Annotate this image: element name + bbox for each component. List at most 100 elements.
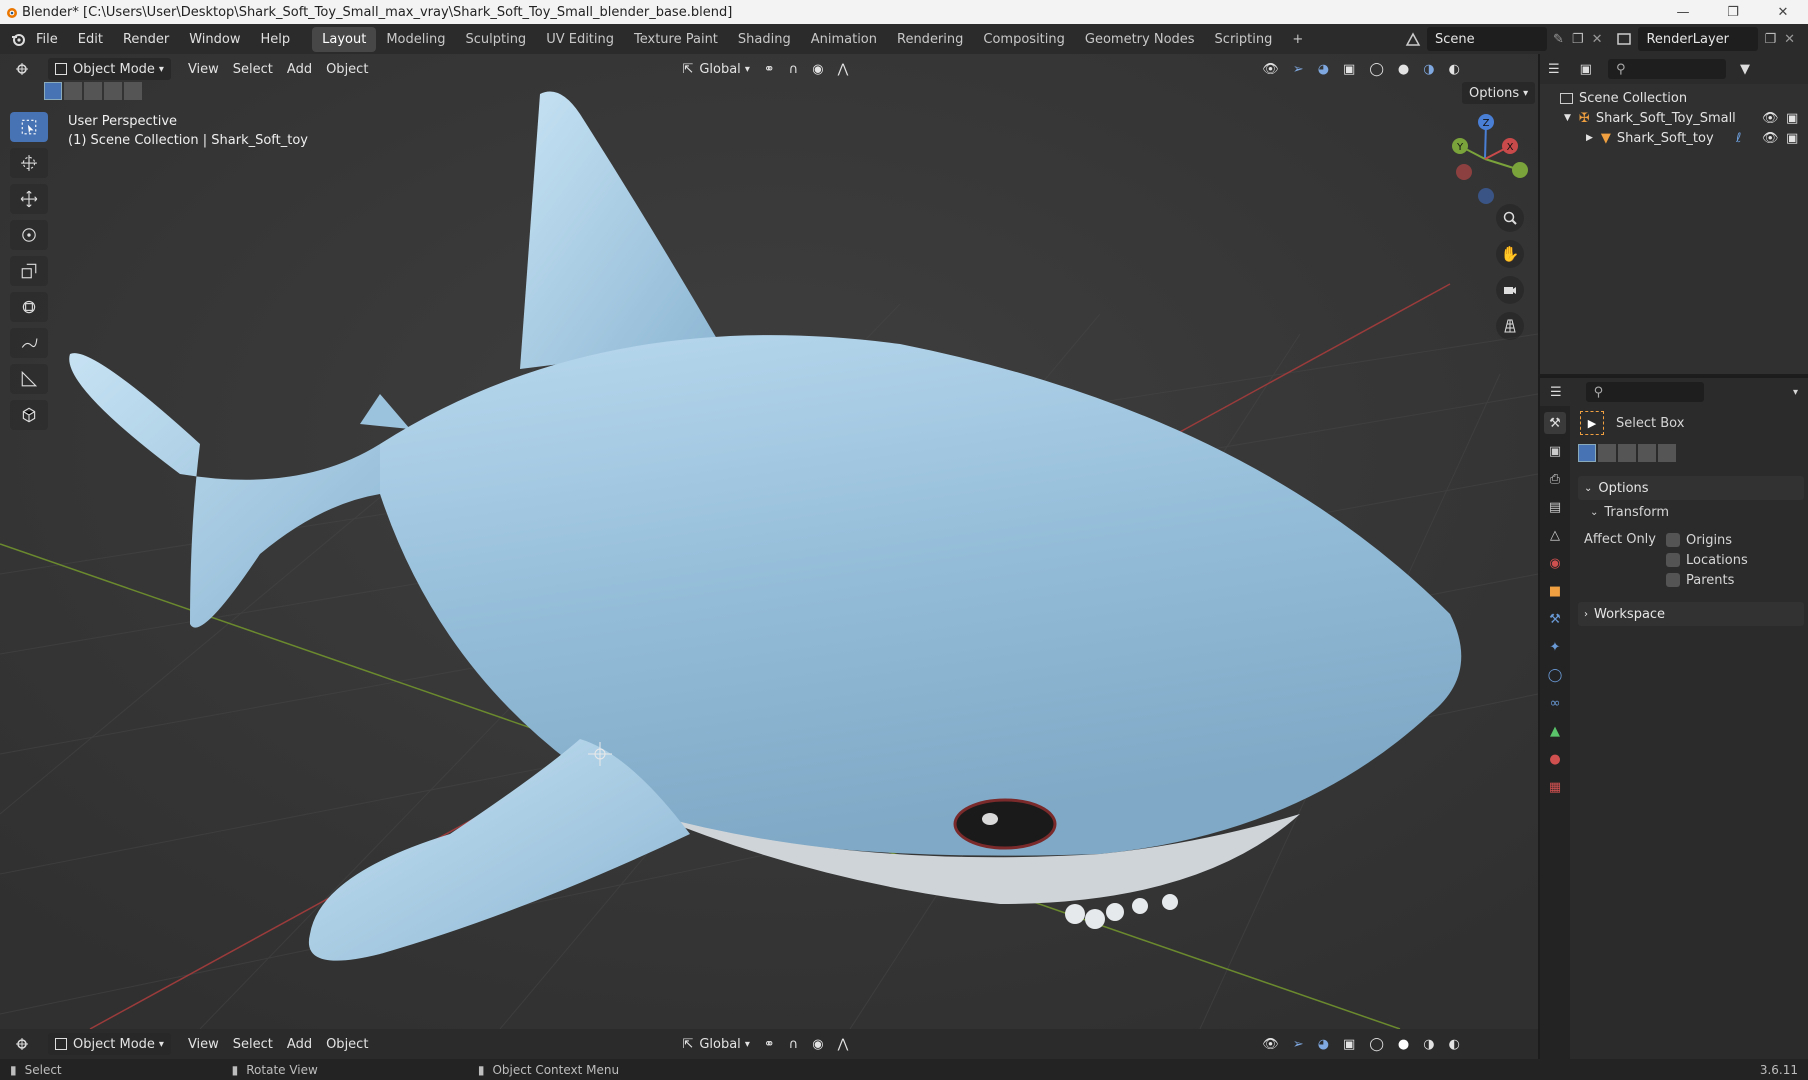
tab-layout[interactable]: Layout — [312, 26, 377, 52]
add-cube-tool-icon[interactable] — [10, 400, 48, 430]
render-layer-field[interactable]: RenderLayer — [1638, 27, 1759, 51]
render-tab-icon[interactable]: ▣ — [1544, 440, 1566, 462]
tab-uv-editing[interactable]: UV Editing — [536, 27, 624, 52]
select-new-icon[interactable] — [44, 82, 62, 100]
editor-type-icon[interactable] — [14, 1036, 30, 1052]
outliner-editor-icon[interactable]: ☰ — [1548, 62, 1560, 77]
footer-menu-add[interactable]: Add — [280, 1033, 319, 1055]
view-layer-icon[interactable] — [1616, 31, 1632, 47]
delete-scene-icon[interactable]: ✕ — [1592, 32, 1603, 47]
viewport-menu-view[interactable]: View — [181, 58, 226, 80]
render-camera-icon[interactable]: ▣ — [1786, 131, 1798, 146]
delete-layer-icon[interactable]: ✕ — [1784, 32, 1795, 47]
select-invert-icon[interactable] — [1638, 444, 1656, 462]
add-workspace-button[interactable]: + — [1282, 27, 1313, 52]
world-tab-icon[interactable]: ◉ — [1544, 552, 1566, 574]
expand-arrow-icon[interactable]: ▼ — [1564, 113, 1571, 123]
display-mode-icon[interactable]: ▣ — [1580, 62, 1592, 77]
tab-shading[interactable]: Shading — [728, 27, 801, 52]
scale-tool-icon[interactable] — [10, 256, 48, 286]
data-tab-icon[interactable]: ▲ — [1544, 720, 1566, 742]
outliner-search-input[interactable]: ⚲ — [1607, 59, 1726, 79]
tab-animation[interactable]: Animation — [801, 27, 887, 52]
proportional-edit-icon[interactable]: ◉ — [805, 1033, 830, 1055]
shading-rendered-icon[interactable]: ◐ — [1442, 58, 1467, 80]
tab-geometry-nodes[interactable]: Geometry Nodes — [1075, 27, 1205, 52]
pan-hand-icon[interactable]: ✋ — [1496, 240, 1524, 268]
select-new-icon[interactable] — [1578, 444, 1596, 462]
particles-tab-icon[interactable]: ✦ — [1544, 636, 1566, 658]
close-icon[interactable]: ✕ — [1758, 0, 1808, 24]
outliner-item-collection[interactable]: ▼ ✠ Shark_Soft_Toy_Small 👁 ▣ — [1540, 108, 1808, 128]
properties-search-input[interactable]: ⚲ — [1585, 382, 1704, 402]
blender-menu-icon[interactable] — [10, 31, 26, 47]
output-tab-icon[interactable]: ⎙ — [1544, 468, 1566, 490]
move-tool-icon[interactable] — [10, 184, 48, 214]
transform-tool-icon[interactable] — [10, 292, 48, 322]
tab-scripting[interactable]: Scripting — [1205, 27, 1283, 52]
shading-material-icon[interactable]: ◑ — [1416, 58, 1441, 80]
rotate-tool-icon[interactable] — [10, 220, 48, 250]
falloff-icon[interactable]: ⋀ — [831, 58, 856, 80]
tab-modeling[interactable]: Modeling — [376, 27, 455, 52]
snap-icon[interactable]: ∩ — [782, 58, 806, 80]
select-extend-icon[interactable] — [64, 82, 82, 100]
scene-tab-icon[interactable]: △ — [1544, 524, 1566, 546]
snap-icon[interactable]: ∩ — [782, 1033, 806, 1055]
tab-rendering[interactable]: Rendering — [887, 27, 973, 52]
material-tab-icon[interactable]: ● — [1544, 748, 1566, 770]
overlay-toggle-icon[interactable]: ◕ — [1311, 1033, 1336, 1055]
tab-texture-paint[interactable]: Texture Paint — [624, 27, 728, 52]
visibility-icon[interactable]: 👁 — [1255, 1033, 1286, 1055]
select-box-tool-icon[interactable] — [10, 112, 48, 142]
footer-menu-select[interactable]: Select — [226, 1033, 280, 1055]
xray-toggle-icon[interactable]: ▣ — [1336, 1033, 1362, 1055]
select-intersect-icon[interactable] — [1658, 444, 1676, 462]
chevron-down-icon[interactable]: ▾ — [1793, 387, 1798, 398]
transform-subpanel-header[interactable]: ⌄ Transform — [1578, 500, 1804, 524]
editor-type-icon[interactable] — [14, 61, 30, 77]
viewport-menu-select[interactable]: Select — [226, 58, 280, 80]
shading-material-icon[interactable]: ◑ — [1416, 1033, 1441, 1055]
shading-rendered-icon[interactable]: ◐ — [1442, 1033, 1467, 1055]
visibility-icon[interactable]: 👁 — [1255, 58, 1286, 80]
gizmo-toggle-icon[interactable]: ➢ — [1286, 1033, 1311, 1055]
pin-icon[interactable]: ✎ — [1553, 32, 1564, 47]
constraints-tab-icon[interactable]: ∞ — [1544, 692, 1566, 714]
shading-solid-icon[interactable]: ● — [1391, 1033, 1416, 1055]
camera-view-icon[interactable] — [1496, 276, 1524, 304]
zoom-icon[interactable] — [1496, 204, 1524, 232]
physics-tab-icon[interactable]: ◯ — [1544, 664, 1566, 686]
select-invert-icon[interactable] — [104, 82, 122, 100]
expand-arrow-icon[interactable]: ▶ — [1586, 133, 1593, 143]
menu-file[interactable]: File — [26, 32, 68, 47]
object-mode-dropdown[interactable]: Object Mode ▾ — [48, 58, 171, 80]
viewport-menu-object[interactable]: Object — [319, 58, 375, 80]
outliner-scene-collection[interactable]: Scene Collection — [1540, 88, 1808, 108]
footer-menu-view[interactable]: View — [181, 1033, 226, 1055]
select-subtract-icon[interactable] — [1618, 444, 1636, 462]
3d-viewport[interactable]: Object Mode ▾ View Select Add Object ⇱ G… — [0, 54, 1538, 1029]
minimize-icon[interactable]: — — [1658, 0, 1708, 24]
falloff-icon[interactable]: ⋀ — [831, 1033, 856, 1055]
shading-wireframe-icon[interactable]: ◯ — [1362, 1033, 1391, 1055]
select-subtract-icon[interactable] — [84, 82, 102, 100]
scene-icon[interactable] — [1405, 31, 1421, 47]
footer-object-mode-dropdown[interactable]: Object Mode ▾ — [48, 1033, 171, 1055]
shading-solid-icon[interactable]: ● — [1391, 58, 1416, 80]
menu-edit[interactable]: Edit — [68, 32, 113, 47]
viewport-menu-add[interactable]: Add — [280, 58, 319, 80]
gizmo-toggle-icon[interactable]: ➢ — [1286, 58, 1311, 80]
locations-checkbox[interactable]: Locations — [1666, 550, 1748, 570]
new-scene-icon[interactable]: ❐ — [1572, 32, 1584, 47]
tab-sculpting[interactable]: Sculpting — [455, 27, 536, 52]
texture-tab-icon[interactable]: ▦ — [1544, 776, 1566, 798]
restore-icon[interactable]: ❐ — [1708, 0, 1758, 24]
parents-checkbox[interactable]: Parents — [1666, 570, 1748, 590]
origins-checkbox[interactable]: Origins — [1666, 530, 1748, 550]
overlay-toggle-icon[interactable]: ◕ — [1311, 58, 1336, 80]
render-camera-icon[interactable]: ▣ — [1786, 111, 1798, 126]
shading-wireframe-icon[interactable]: ◯ — [1362, 58, 1391, 80]
object-tab-icon[interactable]: ■ — [1544, 580, 1566, 602]
modifier-tab-icon[interactable]: ⚒ — [1544, 608, 1566, 630]
